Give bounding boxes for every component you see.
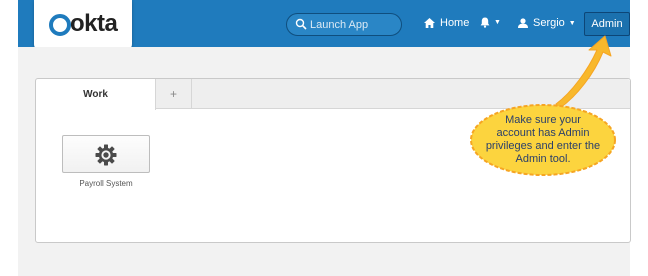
search-input[interactable] [310, 16, 398, 33]
chevron-down-icon: ▼ [494, 19, 501, 26]
user-menu[interactable]: Sergio ▼ [518, 17, 576, 29]
admin-button[interactable]: Admin [584, 12, 630, 36]
callout-line: account has Admin [496, 127, 590, 139]
notifications-menu[interactable]: ▼ [480, 17, 501, 28]
user-name: Sergio [533, 17, 565, 29]
add-tab-button[interactable]: + [156, 79, 192, 109]
chevron-down-icon: ▼ [568, 19, 576, 27]
top-nav-bar: okta Home ▼ Sergio ▼ Admin [18, 0, 630, 51]
home-link[interactable]: Home [424, 17, 469, 29]
search-icon [295, 18, 307, 30]
bell-icon [480, 17, 490, 28]
callout-line: Admin tool. [515, 153, 571, 165]
okta-logo[interactable]: okta [34, 0, 132, 51]
gear-icon [95, 144, 117, 166]
app-tile-payroll-system[interactable] [62, 135, 150, 173]
tab-strip: Work + [36, 79, 630, 110]
logo-text: okta [70, 10, 118, 37]
callout-line: Make sure your [505, 114, 581, 126]
home-label: Home [440, 17, 470, 29]
app-label-payroll-system: Payroll System [79, 179, 133, 188]
home-icon [424, 18, 435, 28]
tab-work[interactable]: Work [36, 79, 156, 110]
callout-line: privileges and enter the [485, 140, 601, 152]
user-icon [518, 18, 528, 28]
launch-app-search[interactable] [286, 13, 402, 36]
callout-text: Make sure your account has Admin privile… [476, 114, 610, 166]
okta-logo-icon [49, 14, 71, 36]
